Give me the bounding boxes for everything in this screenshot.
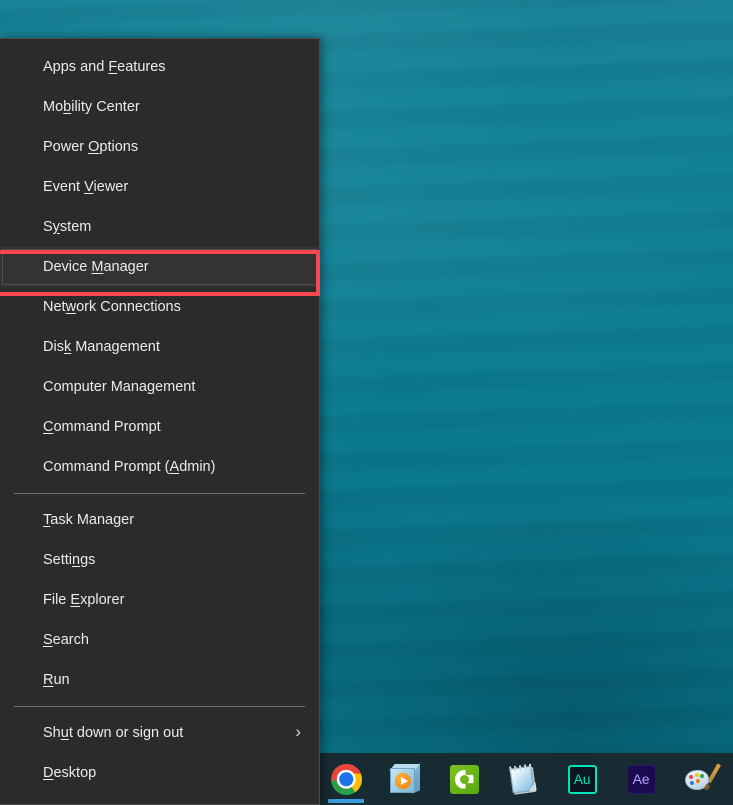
- menu-item-system[interactable]: System: [0, 207, 319, 247]
- menu-label-pre: Device: [43, 259, 92, 275]
- menu-label-post: ork Connections: [76, 299, 181, 315]
- menu-item-command-prompt[interactable]: Command Prompt: [0, 407, 319, 447]
- menu-item-computer-management[interactable]: Computer Management: [0, 367, 319, 407]
- taskbar-item-camtasia[interactable]: [444, 755, 484, 803]
- menu-item-settings[interactable]: Settings: [0, 540, 319, 580]
- menu-accel-key: g: [146, 379, 156, 395]
- taskbar-pinned-icons: Au Ae: [318, 755, 721, 803]
- menu-label-post: ptions: [99, 139, 139, 155]
- menu-item-desktop[interactable]: Desktop: [0, 753, 319, 793]
- taskbar-item-notepad[interactable]: [503, 755, 543, 803]
- menu-item-event-viewer[interactable]: Event Viewer: [0, 167, 319, 207]
- menu-label-pre: Power: [43, 139, 89, 155]
- menu-label-pre: Command Prompt (: [43, 459, 170, 475]
- menu-item-shut-down-or-sign-out[interactable]: Shut down or sign out ›: [0, 713, 319, 753]
- audition-icon: Au: [567, 764, 597, 794]
- menu-label-post: dmin): [179, 459, 216, 475]
- menu-accel-key: y: [52, 219, 60, 235]
- menu-accel-key: O: [88, 139, 100, 155]
- menu-item-mobility-center[interactable]: Mobility Center: [0, 87, 319, 127]
- menu-accel-key: E: [70, 592, 81, 608]
- notepad-icon: [506, 763, 540, 796]
- menu-label-post: Management: [71, 339, 160, 355]
- taskbar-item-media-player[interactable]: [385, 755, 425, 803]
- menu-accel-key: w: [65, 299, 77, 315]
- menu-label-post: iewer: [93, 179, 129, 195]
- menu-label-pre: File: [43, 592, 71, 608]
- menu-item-file-explorer[interactable]: File Explorer: [0, 580, 319, 620]
- menu-label-pre: Dis: [43, 339, 64, 355]
- menu-label-post: ement: [155, 379, 196, 395]
- chevron-right-icon: ›: [295, 722, 301, 741]
- menu-separator: [14, 706, 305, 707]
- menu-accel-key: S: [43, 632, 53, 648]
- menu-item-run[interactable]: Run: [0, 660, 319, 700]
- menu-accel-key: F: [108, 59, 118, 75]
- menu-accel-key: D: [43, 765, 54, 781]
- menu-accel-key: C: [43, 419, 54, 435]
- menu-item-device-manager[interactable]: Device Manager: [0, 247, 319, 287]
- winx-quick-link-menu: Apps and Features Mobility Center Power …: [0, 38, 320, 805]
- menu-label-post: earch: [52, 632, 89, 648]
- taskbar-item-chrome[interactable]: [326, 755, 366, 803]
- after-effects-icon: Ae: [626, 764, 656, 794]
- menu-label-pre: Net: [43, 299, 66, 315]
- menu-label-post: esktop: [53, 765, 97, 781]
- menu-label-pre: Sh: [43, 725, 61, 741]
- menu-label-pre: Event: [43, 179, 85, 195]
- menu-label-post: eatures: [117, 59, 166, 75]
- taskbar-item-after-effects[interactable]: Ae: [621, 755, 661, 803]
- running-indicator: [328, 799, 364, 803]
- camtasia-icon: [449, 764, 479, 794]
- menu-accel-key: n: [72, 552, 81, 568]
- menu-label-post: stem: [59, 219, 92, 235]
- menu-item-search[interactable]: Search: [0, 620, 319, 660]
- menu-item-disk-management[interactable]: Disk Management: [0, 327, 319, 367]
- media-box-icon: [389, 763, 420, 794]
- menu-label-post: gs: [80, 552, 96, 568]
- menu-item-command-prompt-admin[interactable]: Command Prompt (Admin): [0, 447, 319, 487]
- menu-label-post: un: [53, 672, 70, 688]
- desktop-screen: Au Ae Apps and Features Mobility Center …: [0, 0, 733, 805]
- taskbar-item-paint[interactable]: [680, 755, 721, 803]
- menu-accel-key: V: [84, 179, 94, 195]
- paint-icon: [685, 763, 721, 793]
- menu-separator: [14, 493, 305, 494]
- menu-label-post: anager: [103, 259, 149, 275]
- menu-label-pre: Apps and: [43, 59, 109, 75]
- menu-label-post: t down or sign out: [68, 725, 184, 741]
- menu-label-pre: Setti: [43, 552, 73, 568]
- menu-accel-key: A: [169, 459, 180, 475]
- menu-label-pre: S: [43, 219, 53, 235]
- menu-accel-key: R: [43, 672, 54, 688]
- chrome-icon: [330, 763, 362, 795]
- menu-item-network-connections[interactable]: Network Connections: [0, 287, 319, 327]
- menu-item-power-options[interactable]: Power Options: [0, 127, 319, 167]
- menu-label-post: ommand Prompt: [53, 419, 161, 435]
- menu-item-task-manager[interactable]: Task Manager: [0, 500, 319, 540]
- menu-label-pre: Computer Mana: [43, 379, 147, 395]
- menu-label-post: ility Center: [71, 99, 140, 115]
- menu-accel-key: M: [91, 259, 104, 275]
- menu-accel-key: u: [60, 725, 69, 741]
- menu-label-post: xplorer: [80, 592, 125, 608]
- menu-item-apps-and-features[interactable]: Apps and Features: [0, 47, 319, 87]
- taskbar-item-audition[interactable]: Au: [562, 755, 602, 803]
- menu-label-pre: Mo: [43, 99, 64, 115]
- menu-label-post: ask Manager: [50, 512, 135, 528]
